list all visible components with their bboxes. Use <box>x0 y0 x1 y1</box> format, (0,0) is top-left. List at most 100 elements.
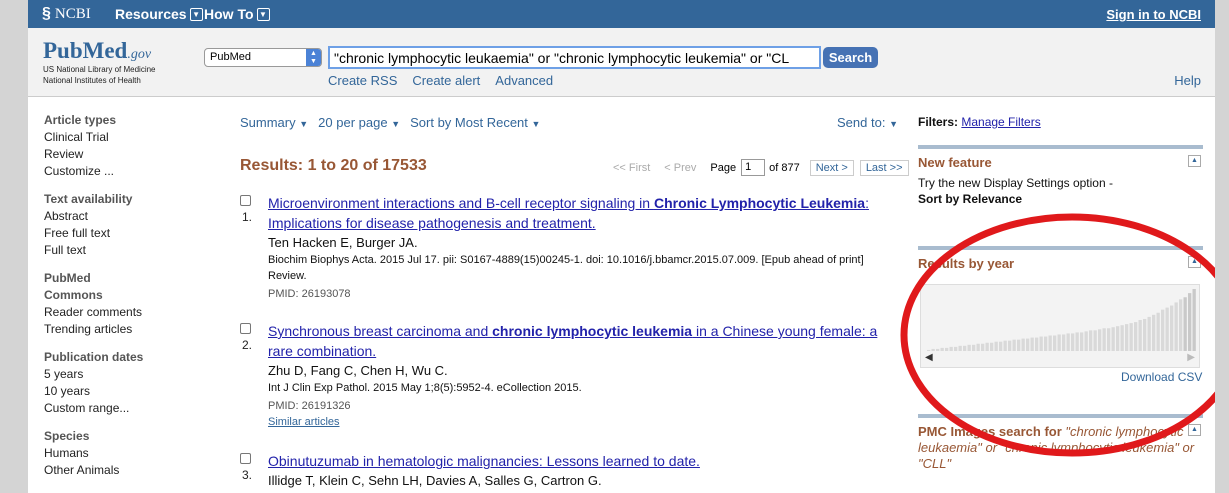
pubmed-logo[interactable]: PubMed.gov US National Library of Medici… <box>43 38 156 86</box>
result-authors: Zhu D, Fang C, Chen H, Wu C. <box>268 363 448 378</box>
right-gutter <box>1215 0 1229 493</box>
sort-label: Sort by Most Recent <box>410 115 528 130</box>
sign-in-link[interactable]: Sign in to NCBI <box>1106 7 1201 22</box>
publication-dates-group: Publication dates 5 years 10 years Custo… <box>44 349 224 417</box>
next-page-button[interactable]: Next > <box>809 159 854 176</box>
sidebar-item-other-animals[interactable]: Other Animals <box>44 462 224 479</box>
species-group: Species Humans Other Animals <box>44 428 224 479</box>
summary-label: Summary <box>240 115 296 130</box>
title-highlight: chronic lymphocytic leukemia <box>492 323 693 339</box>
result-checkbox[interactable] <box>240 195 251 206</box>
sidebar-item-10-years[interactable]: 10 years <box>44 383 224 400</box>
result-number: 3. <box>242 468 253 482</box>
sidebar-heading: Species <box>44 429 90 443</box>
new-feature-line: Try the new Display Settings option - <box>918 176 1113 190</box>
sidebar-item-clinical-trial[interactable]: Clinical Trial <box>44 129 224 146</box>
collapse-icon[interactable]: ▲ <box>1188 155 1201 167</box>
ncbi-logo-text: NCBI <box>54 5 91 22</box>
send-to-label: Send to: <box>837 115 886 130</box>
title-part: Synchronous breast carcinoma and <box>268 323 493 339</box>
sidebar-item-free-full-text[interactable]: Free full text <box>44 225 224 242</box>
page-number-input[interactable]: 1 <box>741 159 766 176</box>
caret-down-icon: ▼ <box>889 119 898 129</box>
sort-by-relevance-link[interactable]: Sort by Relevance <box>918 192 1022 206</box>
result-citation: Biochim Biophys Acta. 2015 Jul 17. pii: … <box>268 254 864 282</box>
pubmed-commons-group: PubMed Commons Reader comments Trending … <box>44 270 224 338</box>
new-feature-box: New feature ▲ Try the new Display Settin… <box>918 145 1203 207</box>
ncbi-helix-icon: § <box>42 5 51 22</box>
red-annotation-ellipse <box>900 213 1215 457</box>
left-gutter <box>0 0 28 493</box>
result-title-link[interactable]: Obinutuzumab in hematologic malignancies… <box>268 451 903 471</box>
pubmed-header: PubMed.gov US National Library of Medici… <box>28 28 1215 97</box>
article-types-group: Article types Clinical Trial Review Cust… <box>44 112 224 180</box>
result-number: 2. <box>242 338 253 352</box>
filters-line: Filters: Manage Filters <box>918 115 1041 129</box>
howto-label: How To <box>204 6 254 22</box>
pubmed-window: § NCBI Resources ▼ How To ▼ Sign in to N… <box>28 0 1215 493</box>
advanced-link[interactable]: Advanced <box>495 73 553 88</box>
sort-dropdown[interactable]: Sort by Most Recent ▼ <box>410 115 540 130</box>
sidebar-heading: Publication dates <box>44 350 144 364</box>
result-pmid: PMID: 26191326 <box>268 400 351 412</box>
result-title-link[interactable]: Synchronous breast carcinoma and chronic… <box>268 321 903 361</box>
database-select[interactable]: PubMed ▲ ▼ <box>204 48 322 67</box>
pubmed-logo-word: PubMed <box>43 38 128 63</box>
sidebar-item-customize[interactable]: Customize ... <box>44 163 224 180</box>
per-page-dropdown[interactable]: 20 per page ▼ <box>318 115 400 130</box>
sidebar-heading: Article types <box>44 113 117 127</box>
chevron-down-icon: ▼ <box>189 7 203 21</box>
create-rss-link[interactable]: Create RSS <box>328 73 397 88</box>
result-body: Obinutuzumab in hematologic malignancies… <box>268 451 903 490</box>
title-highlight: Chronic Lymphocytic Leukemia <box>653 195 866 211</box>
ncbi-logo[interactable]: § NCBI <box>42 5 91 23</box>
page-total: of 877 <box>769 161 800 174</box>
caret-down-icon: ▼ <box>299 119 309 129</box>
search-button[interactable]: Search <box>823 47 878 68</box>
nih-line: National Institutes of Health <box>43 76 141 85</box>
chevron-down-icon: ▼ <box>256 7 270 21</box>
pubmed-logo-gov: .gov <box>127 47 152 62</box>
sidebar-item-5-years[interactable]: 5 years <box>44 366 224 383</box>
result-title-link[interactable]: Microenvironment interactions and B-cell… <box>268 193 903 233</box>
similar-articles-link[interactable]: Similar articles <box>268 414 903 430</box>
sidebar-heading: Text availability <box>44 192 133 206</box>
caret-down-icon: ▼ <box>391 119 401 129</box>
result-body: Microenvironment interactions and B-cell… <box>268 193 903 302</box>
new-feature-text: Try the new Display Settings option - So… <box>918 175 1203 207</box>
create-alert-link[interactable]: Create alert <box>412 73 480 88</box>
result-authors: Illidge T, Klein C, Sehn LH, Davies A, S… <box>268 473 602 488</box>
result-checkbox[interactable] <box>240 323 251 334</box>
sidebar-heading: PubMed Commons <box>44 271 103 302</box>
pagination: << First < Prev Page 1 of 877 Next > Las… <box>613 159 909 176</box>
sidebar-item-full-text[interactable]: Full text <box>44 242 224 259</box>
sidebar-item-reader-comments[interactable]: Reader comments <box>44 304 224 321</box>
result-authors: Ten Hacken E, Burger JA. <box>268 235 418 250</box>
prev-page-link: < Prev <box>664 161 697 174</box>
resources-menu[interactable]: Resources ▼ <box>115 6 203 22</box>
sidebar-item-review[interactable]: Review <box>44 146 224 163</box>
filter-sidebar: Article types Clinical Trial Review Cust… <box>44 112 224 490</box>
sidebar-item-trending-articles[interactable]: Trending articles <box>44 321 224 338</box>
howto-menu[interactable]: How To ▼ <box>204 6 270 22</box>
nlm-line: US National Library of Medicine <box>43 65 156 74</box>
summary-dropdown[interactable]: Summary ▼ <box>240 115 308 130</box>
new-feature-heading: New feature <box>918 155 992 170</box>
manage-filters-link[interactable]: Manage Filters <box>961 115 1040 129</box>
sidebar-item-humans[interactable]: Humans <box>44 445 224 462</box>
filters-label: Filters: <box>918 115 959 129</box>
per-page-label: 20 per page <box>318 115 388 130</box>
resources-label: Resources <box>115 6 187 22</box>
select-arrows-icon: ▲ ▼ <box>306 49 321 66</box>
result-checkbox[interactable] <box>240 453 251 464</box>
result-pmid: PMID: 26193078 <box>268 288 351 300</box>
send-to-dropdown[interactable]: Send to: ▼ <box>837 115 898 130</box>
last-page-button[interactable]: Last >> <box>859 159 909 176</box>
result-citation: Int J Clin Exp Pathol. 2015 May 1;8(5):5… <box>268 382 582 394</box>
sidebar-item-abstract[interactable]: Abstract <box>44 208 224 225</box>
ncbi-top-bar: § NCBI Resources ▼ How To ▼ Sign in to N… <box>28 0 1215 28</box>
sidebar-item-custom-range[interactable]: Custom range... <box>44 400 224 417</box>
help-link[interactable]: Help <box>1174 73 1201 88</box>
result-body: Synchronous breast carcinoma and chronic… <box>268 321 903 430</box>
search-input[interactable]: "chronic lymphocytic leukaemia" or "chro… <box>328 46 821 69</box>
